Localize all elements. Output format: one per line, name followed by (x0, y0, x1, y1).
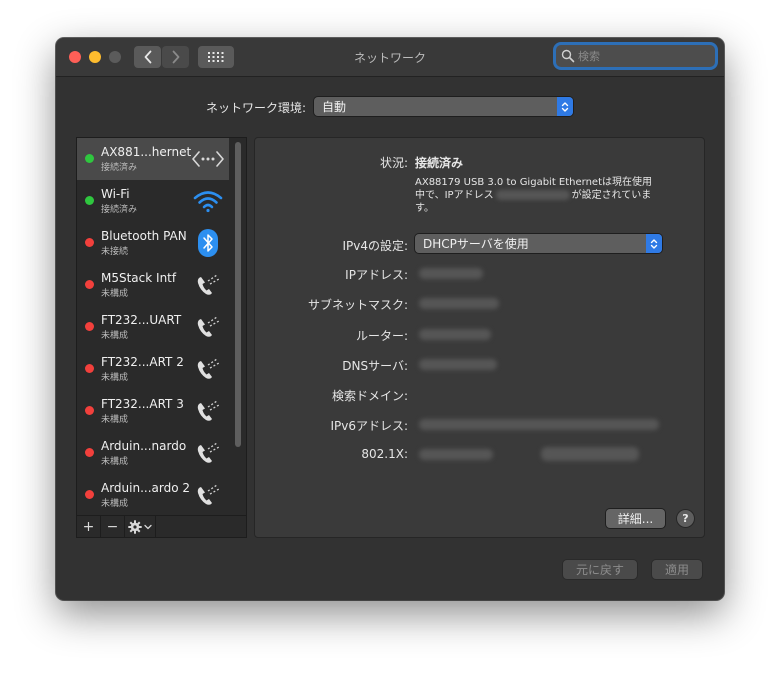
service-item-arduino-leonardo-2[interactable]: Arduin...ardo 2 未構成 (77, 474, 229, 516)
phone-icon (192, 481, 224, 509)
chevron-updown-icon (650, 238, 658, 249)
service-status: 未構成 (101, 331, 129, 341)
status-label: 状況: (379, 156, 408, 170)
apply-button[interactable]: 適用 (652, 560, 702, 579)
redacted-ipv6-address (419, 419, 659, 430)
search-domain-label: 検索ドメイン: (331, 389, 408, 403)
service-item-ethernet[interactable]: AX881...hernet 接続済み (77, 138, 229, 180)
service-name: FT232...UART (101, 313, 182, 327)
search-field[interactable] (556, 45, 715, 67)
service-status: 未構成 (101, 373, 129, 383)
status-dot (85, 280, 94, 289)
redacted-router (419, 329, 491, 340)
redacted-dot1x-button (541, 447, 639, 461)
status-description-part: が設定されていま (571, 190, 652, 201)
phone-icon (192, 397, 224, 425)
add-service-button[interactable]: + (77, 516, 101, 537)
service-list-scrollbar[interactable] (235, 142, 241, 447)
service-list[interactable]: AX881...hernet 接続済み Wi-Fi 接続済み Bluetooth… (76, 137, 247, 517)
phone-icon (192, 439, 224, 467)
location-popup[interactable]: 自動 (314, 97, 573, 116)
status-description: AX88179 USB 3.0 to Gigabit Ethernetは現在使用… (415, 176, 677, 215)
status-dot (85, 448, 94, 457)
network-preferences-window: ネットワーク ネットワーク環境: 自動 AX881...hernet 接続済み (56, 38, 724, 600)
service-name: Arduin...nardo (101, 439, 187, 453)
service-item-ft232-uart-3[interactable]: FT232...ART 3 未構成 (77, 390, 229, 432)
service-status: 未構成 (101, 415, 129, 425)
remove-service-button[interactable]: − (101, 516, 125, 537)
service-status: 接続済み (101, 163, 138, 173)
service-name: FT232...ART 3 (101, 397, 184, 411)
status-description-line: 中で、IPアドレス が設定されていま (415, 189, 677, 202)
service-item-ft232-uart-2[interactable]: FT232...ART 2 未構成 (77, 348, 229, 390)
status-dot (85, 154, 94, 163)
location-label: ネットワーク環境: (206, 101, 307, 115)
dns-server-label: DNSサーバ: (342, 359, 408, 373)
service-status: 未接続 (101, 247, 129, 257)
phone-icon (192, 313, 224, 341)
service-name: Wi-Fi (101, 187, 130, 201)
router-label: ルーター: (355, 329, 408, 343)
popup-stepper (646, 234, 662, 253)
chevron-updown-icon (561, 101, 569, 112)
ipv4-config-label: IPv4の設定: (342, 239, 408, 253)
ipv4-config-value: DHCPサーバを使用 (423, 237, 529, 251)
redacted-dns-server (419, 359, 497, 370)
status-description-part: 中で、IPアドレス (415, 190, 494, 201)
popup-stepper (557, 97, 573, 116)
status-description-line: AX88179 USB 3.0 to Gigabit Ethernetは現在使用 (415, 177, 652, 188)
status-dot (85, 238, 94, 247)
redacted-subnet-mask (419, 298, 499, 309)
status-dot (85, 364, 94, 373)
redacted-ip (495, 190, 570, 200)
status-dot (85, 322, 94, 331)
search-input[interactable] (575, 49, 708, 63)
search-icon (561, 49, 575, 63)
service-actions-button[interactable] (125, 516, 156, 537)
ip-address-label: IPアドレス: (345, 268, 408, 282)
service-name: Bluetooth PAN (101, 229, 187, 243)
revert-button[interactable]: 元に戻す (563, 560, 637, 579)
chevron-down-icon (144, 524, 152, 529)
service-item-m5stack[interactable]: M5Stack Intf 未構成 (77, 264, 229, 306)
ipv4-config-popup[interactable]: DHCPサーバを使用 (415, 234, 662, 253)
service-item-ft232-uart[interactable]: FT232...UART 未構成 (77, 306, 229, 348)
subnet-mask-label: サブネットマスク: (307, 298, 408, 312)
advanced-button[interactable]: 詳細... (606, 509, 665, 528)
status-dot (85, 196, 94, 205)
redacted-dot1x-value (419, 449, 493, 460)
service-detail-panel: 状況: 接続済み AX88179 USB 3.0 to Gigabit Ethe… (254, 137, 705, 538)
service-name: FT232...ART 2 (101, 355, 184, 369)
status-value: 接続済み (415, 156, 464, 170)
dot1x-label: 802.1X: (361, 447, 408, 461)
service-status: 未構成 (101, 289, 129, 299)
status-dot (85, 406, 94, 415)
service-name: AX881...hernet (101, 145, 192, 159)
title-bar: ネットワーク (56, 38, 724, 77)
service-status: 接続済み (101, 205, 138, 215)
phone-icon (192, 271, 224, 299)
ipv6-address-label: IPv6アドレス: (330, 419, 408, 433)
ethernet-icon (192, 145, 224, 173)
gear-icon (128, 519, 142, 534)
service-name: Arduin...ardo 2 (101, 481, 191, 495)
service-name: M5Stack Intf (101, 271, 177, 285)
wifi-icon (192, 187, 224, 215)
service-status: 未構成 (101, 499, 129, 509)
redacted-ip-address (419, 268, 483, 279)
status-dot (85, 490, 94, 499)
service-list-toolbar: + − (76, 515, 247, 538)
location-value: 自動 (322, 100, 347, 114)
bluetooth-icon (192, 229, 224, 257)
status-description-line: す。 (415, 203, 434, 214)
service-item-bluetooth-pan[interactable]: Bluetooth PAN 未接続 (77, 222, 229, 264)
help-button[interactable]: ? (677, 510, 694, 527)
service-item-wifi[interactable]: Wi-Fi 接続済み (77, 180, 229, 222)
service-item-arduino-leonardo[interactable]: Arduin...nardo 未構成 (77, 432, 229, 474)
phone-icon (192, 355, 224, 383)
service-status: 未構成 (101, 457, 129, 467)
